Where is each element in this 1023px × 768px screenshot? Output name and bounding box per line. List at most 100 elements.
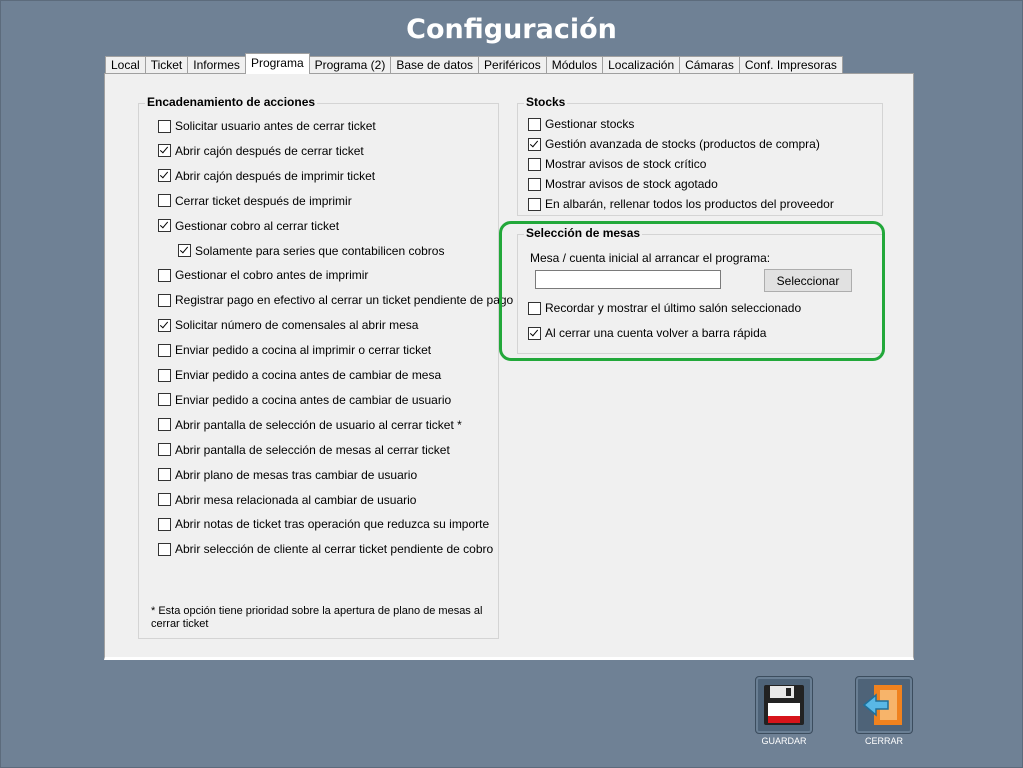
checkbox-label: Abrir notas de ticket tras operación que…	[175, 517, 490, 532]
checkbox-unchecked[interactable]	[158, 119, 171, 133]
seleccionar-button[interactable]: Seleccionar	[764, 269, 852, 292]
group-stocks-title: Stocks	[524, 95, 568, 109]
checkbox-unchecked[interactable]	[158, 443, 171, 457]
checkbox-row[interactable]: Abrir pantalla de selección de mesas al …	[158, 443, 450, 457]
checkbox-label: Gestionar stocks	[545, 117, 635, 131]
checkbox-label: Abrir pantalla de selección de usuario a…	[175, 417, 462, 432]
checkbox-row[interactable]: Abrir selección de cliente al cerrar tic…	[158, 542, 493, 556]
checkbox-row[interactable]: Recordar y mostrar el último salón selec…	[528, 301, 801, 315]
tab-conf-impresoras[interactable]: Conf. Impresoras	[738, 56, 843, 74]
close-button[interactable]	[855, 676, 913, 734]
checkbox-unchecked[interactable]	[158, 542, 171, 556]
checkbox-label: Registrar pago en efectivo al cerrar un …	[175, 293, 514, 308]
checkbox-unchecked[interactable]	[528, 157, 541, 171]
checkbox-label: Recordar y mostrar el último salón selec…	[545, 301, 802, 315]
close-label: CERRAR	[864, 736, 903, 746]
checkbox-label: Abrir pantalla de selección de mesas al …	[175, 442, 450, 457]
checkbox-unchecked[interactable]	[158, 418, 171, 432]
checkbox-label: Mostrar avisos de stock crítico	[545, 157, 707, 171]
exit-door-icon	[862, 685, 902, 725]
tab-ticket[interactable]: Ticket	[144, 56, 189, 74]
tab-panel-programa: Encadenamiento de acciones Solicitar usu…	[104, 73, 914, 660]
checkbox-checked[interactable]	[158, 318, 171, 332]
checkbox-unchecked[interactable]	[158, 343, 171, 357]
priority-note: * Esta opción tiene prioridad sobre la a…	[151, 605, 483, 630]
floppy-disk-icon	[764, 685, 804, 725]
checkbox-row[interactable]: Abrir mesa relacionada al cambiar de usu…	[158, 493, 416, 507]
checkbox-row[interactable]: Cerrar ticket después de imprimir	[158, 194, 352, 208]
checkbox-label: Abrir mesa relacionada al cambiar de usu…	[175, 492, 417, 507]
tab-base-de-datos[interactable]: Base de datos	[390, 56, 480, 74]
checkbox-row[interactable]: Gestionar cobro al cerrar ticket	[158, 219, 339, 233]
group-mesas-title: Selección de mesas	[524, 226, 643, 240]
checkbox-row[interactable]: Enviar pedido a cocina antes de cambiar …	[158, 393, 451, 407]
window-title: Configuración	[406, 14, 617, 45]
checkbox-label: Gestionar cobro al cerrar ticket	[175, 218, 340, 233]
checkbox-checked[interactable]	[158, 144, 171, 158]
checkbox-row[interactable]: Enviar pedido a cocina al imprimir o cer…	[158, 343, 431, 357]
checkbox-unchecked[interactable]	[158, 517, 171, 531]
tab-informes[interactable]: Informes	[187, 56, 246, 74]
checkbox-unchecked[interactable]	[528, 177, 541, 191]
checkbox-row[interactable]: Gestionar el cobro antes de imprimir	[158, 268, 368, 282]
checkbox-unchecked[interactable]	[158, 194, 171, 208]
tab-programa[interactable]: Programa	[244, 53, 310, 74]
checkbox-unchecked[interactable]	[528, 117, 541, 131]
checkbox-label: Al cerrar una cuenta volver a barra rápi…	[545, 326, 767, 340]
checkbox-row[interactable]: Abrir notas de ticket tras operación que…	[158, 517, 489, 531]
tab-modulos[interactable]: Módulos	[545, 56, 604, 74]
tab-programa-2[interactable]: Programa (2)	[308, 56, 392, 74]
checkbox-row[interactable]: En albarán, rellenar todos los productos…	[528, 197, 834, 211]
tab-localizacion[interactable]: Localización	[602, 56, 681, 74]
checkbox-checked[interactable]	[178, 244, 191, 257]
checkbox-checked[interactable]	[158, 169, 171, 183]
checkbox-row[interactable]: Abrir plano de mesas tras cambiar de usu…	[158, 468, 417, 482]
checkbox-label: Gestionar el cobro antes de imprimir	[175, 268, 369, 283]
tab-perifericos[interactable]: Periféricos	[478, 56, 547, 74]
checkbox-row[interactable]: Gestionar stocks	[528, 117, 634, 131]
checkbox-label: Abrir plano de mesas tras cambiar de usu…	[175, 467, 418, 482]
checkbox-row[interactable]: Enviar pedido a cocina antes de cambiar …	[158, 368, 441, 382]
checkbox-row[interactable]: Mostrar avisos de stock agotado	[528, 177, 718, 191]
checkbox-unchecked[interactable]	[158, 293, 171, 307]
checkbox-unchecked[interactable]	[158, 493, 171, 506]
checkbox-checked[interactable]	[528, 326, 541, 340]
checkbox-row[interactable]: Solicitar número de comensales al abrir …	[158, 318, 418, 332]
save-label: GUARDAR	[761, 736, 807, 746]
mesa-inicial-input[interactable]	[535, 270, 721, 289]
save-button[interactable]	[755, 676, 813, 734]
checkbox-label: Enviar pedido a cocina antes de cambiar …	[175, 368, 442, 382]
checkbox-unchecked[interactable]	[158, 268, 171, 282]
checkbox-label: Solamente para series que contabilicen c…	[195, 243, 445, 258]
checkbox-label: Cerrar ticket después de imprimir	[175, 193, 352, 208]
checkbox-label: Enviar pedido a cocina al imprimir o cer…	[175, 343, 432, 358]
checkbox-unchecked[interactable]	[158, 468, 171, 482]
checkbox-row[interactable]: Abrir cajón después de imprimir ticket	[158, 169, 375, 183]
mesa-inicial-label: Mesa / cuenta inicial al arrancar el pro…	[530, 251, 771, 265]
checkbox-label: Gestión avanzada de stocks (productos de…	[545, 137, 820, 151]
checkbox-row[interactable]: Solamente para series que contabilicen c…	[178, 244, 444, 258]
checkbox-label: Abrir cajón después de cerrar ticket	[175, 143, 364, 158]
checkbox-unchecked[interactable]	[528, 301, 541, 315]
checkbox-label: En albarán, rellenar todos los productos…	[545, 197, 834, 211]
checkbox-row[interactable]: Abrir pantalla de selección de usuario a…	[158, 418, 462, 432]
checkbox-unchecked[interactable]	[158, 393, 171, 407]
checkbox-label: Solicitar número de comensales al abrir …	[175, 318, 419, 333]
checkbox-label: Abrir selección de cliente al cerrar tic…	[175, 542, 494, 557]
checkbox-checked[interactable]	[528, 137, 541, 151]
checkbox-unchecked[interactable]	[528, 197, 541, 211]
checkbox-row[interactable]: Gestión avanzada de stocks (productos de…	[528, 137, 820, 151]
checkbox-checked[interactable]	[158, 219, 171, 233]
checkbox-unchecked[interactable]	[158, 368, 171, 382]
checkbox-label: Abrir cajón después de imprimir ticket	[175, 168, 376, 183]
checkbox-row[interactable]: Abrir cajón después de cerrar ticket	[158, 144, 364, 158]
checkbox-label: Mostrar avisos de stock agotado	[545, 177, 718, 191]
checkbox-row[interactable]: Al cerrar una cuenta volver a barra rápi…	[528, 326, 766, 340]
tab-local[interactable]: Local	[105, 56, 146, 74]
group-encadenamiento-title: Encadenamiento de acciones	[145, 95, 318, 109]
checkbox-row[interactable]: Solicitar usuario antes de cerrar ticket	[158, 119, 376, 133]
tab-strip: Local Ticket Informes Programa Programa …	[105, 53, 843, 74]
checkbox-row[interactable]: Registrar pago en efectivo al cerrar un …	[158, 293, 513, 307]
checkbox-row[interactable]: Mostrar avisos de stock crítico	[528, 157, 706, 171]
tab-camaras[interactable]: Cámaras	[679, 56, 740, 74]
